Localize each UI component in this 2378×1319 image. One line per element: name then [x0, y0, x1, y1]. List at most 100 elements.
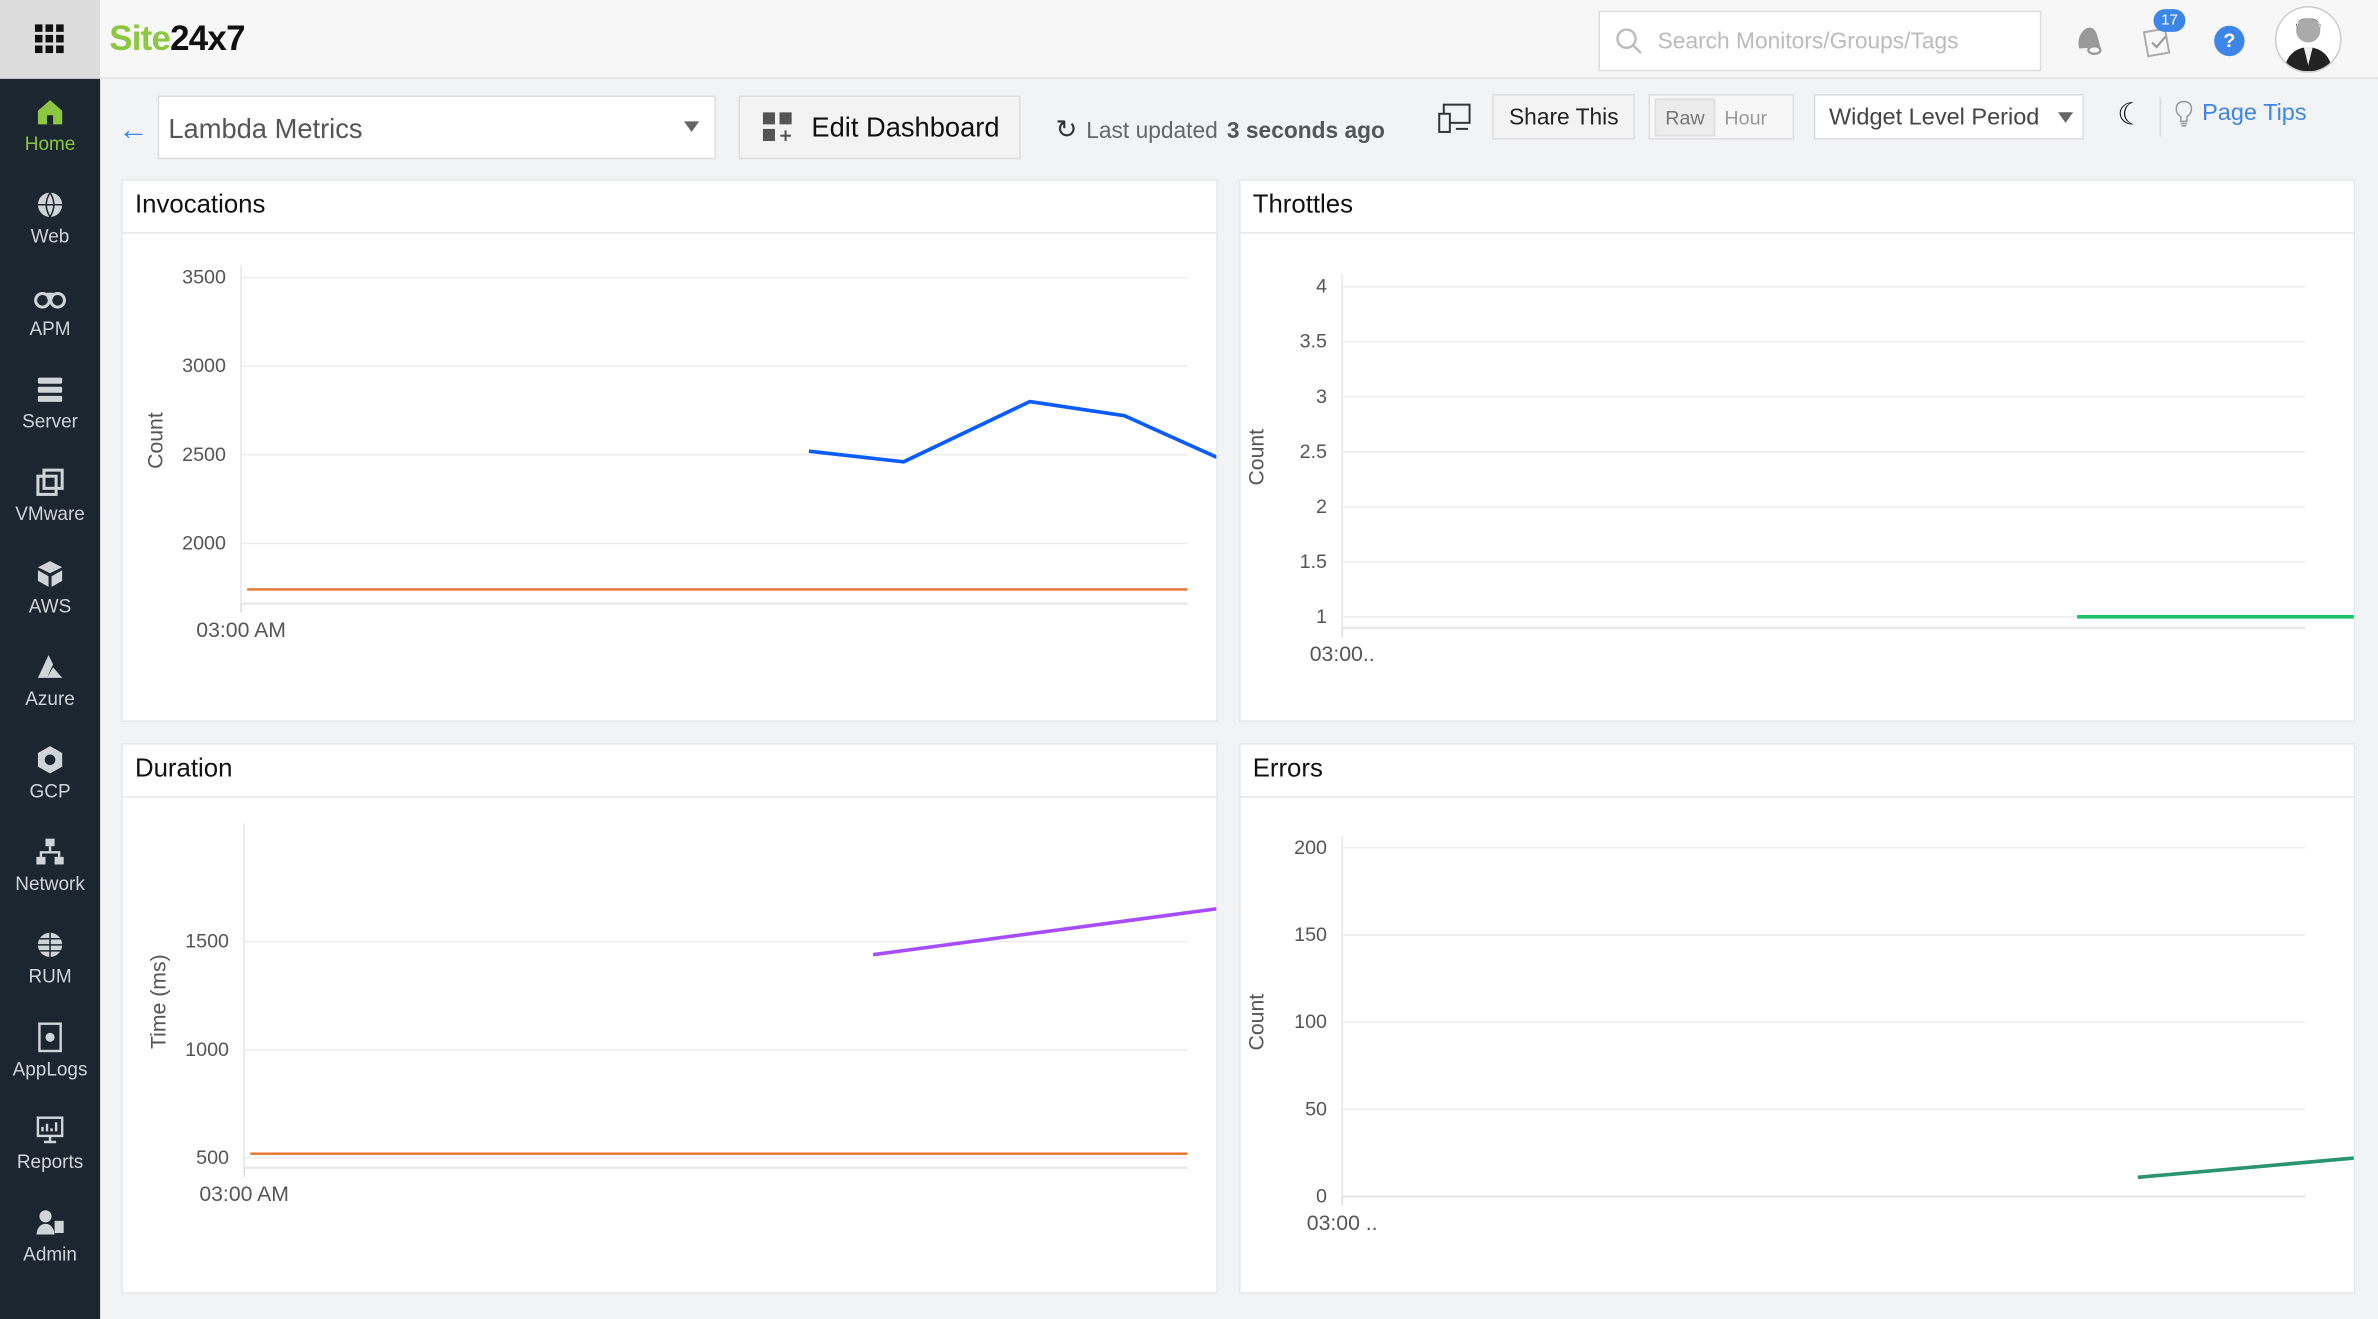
user-avatar[interactable] — [2274, 6, 2342, 73]
chevron-down-icon — [683, 121, 700, 132]
sidebar-item-label: Azure — [25, 688, 75, 710]
top-bar: Site24x7 17 ? — [100, 0, 2378, 79]
sidebar-item-label: GCP — [29, 781, 71, 803]
duration-chart: 5001000150003:00 AM07:00 AM11:00 AM03:00… — [147, 823, 1217, 1206]
series-line[interactable] — [872, 851, 1217, 961]
hour-option[interactable]: Hour — [1715, 99, 1776, 134]
sidebar-item-label: Server — [22, 410, 78, 433]
search-icon — [1616, 28, 1642, 54]
y-tick-label: 50 — [1305, 1098, 1327, 1120]
series-line[interactable] — [2137, 851, 2354, 1191]
applogs-icon — [38, 1022, 62, 1053]
series-line[interactable] — [808, 286, 1217, 525]
sidebar-item-web[interactable]: Web — [0, 171, 100, 264]
search-box[interactable] — [1598, 10, 2042, 72]
sidebar-item-network[interactable]: Network — [0, 819, 100, 912]
x-tick-label: 03:00 AM — [196, 619, 286, 642]
y-tick-label: 500 — [196, 1147, 229, 1169]
sidebar-item-label: Web — [30, 225, 70, 248]
throttles-chart: 11.522.533.5403:00..07:00 AM11:00 AM03:0… — [1245, 274, 2354, 666]
sidebar-item-azure[interactable]: Azure — [0, 634, 100, 727]
device-view-icon[interactable] — [1438, 103, 1471, 133]
y-tick-label: 1500 — [185, 931, 229, 953]
search-input[interactable] — [1654, 26, 2025, 56]
y-tick-label: 3000 — [182, 355, 226, 377]
y-tick-label: 100 — [1294, 1011, 1327, 1033]
y-tick-label: 1 — [1316, 606, 1327, 628]
dashboard-select[interactable]: Lambda Metrics — [157, 95, 716, 160]
apps-grid-button[interactable] — [0, 0, 101, 79]
sidebar-item-label: RUM — [28, 966, 72, 988]
y-axis-title: Count — [1245, 994, 1268, 1051]
apps-grid-icon — [34, 24, 64, 54]
y-tick-label: 1000 — [185, 1039, 229, 1061]
sidebar-item-apm[interactable]: APM — [0, 264, 100, 357]
chevron-down-icon — [2057, 112, 2074, 123]
site24x7-logo[interactable]: Site24x7 — [109, 18, 245, 59]
y-tick-label: 2.5 — [1300, 441, 1327, 463]
sidebar-item-label: AWS — [28, 596, 72, 618]
y-tick-label: 4 — [1316, 276, 1327, 298]
binoculars-icon — [34, 291, 66, 309]
y-tick-label: 2500 — [182, 444, 226, 466]
lightbulb-icon — [2175, 100, 2193, 127]
sidebar-item-rum[interactable]: RUM — [0, 911, 100, 1004]
errors-chart: 05010015020003:00 ..07:00 AM11:00 AM03:0… — [1245, 835, 2354, 1235]
share-this-button[interactable]: Share This — [1492, 94, 1636, 140]
admin-icon — [36, 1210, 64, 1235]
server-icon — [37, 377, 63, 402]
sidebar-item-applogs[interactable]: AppLogs — [0, 1004, 100, 1097]
azure-icon — [37, 655, 63, 678]
widget-title: Invocations — [122, 180, 1217, 234]
invocations-widget: Invocations 200025003000350003:00 AM07:0… — [121, 178, 1218, 722]
refresh-icon[interactable]: ↻ — [1056, 115, 1078, 145]
sidebar-item-gcp[interactable]: GCP — [0, 726, 100, 819]
sidebar-item-label: Admin — [23, 1243, 77, 1265]
y-axis-title: Count — [1245, 429, 1268, 486]
reports-icon — [36, 1116, 64, 1144]
x-tick-label: 03:00.. — [1310, 643, 1375, 666]
sidebar-item-label: VMware — [15, 503, 85, 525]
y-axis-title: Count — [144, 412, 167, 469]
gcp-icon — [37, 746, 63, 774]
divider — [2159, 97, 2162, 137]
sidebar-item-aws[interactable]: AWS — [0, 541, 100, 634]
home-icon — [37, 100, 63, 125]
duration-widget: Duration 5001000150003:00 AM07:00 AM11:0… — [121, 743, 1218, 1294]
raw-hour-toggle: Raw Hour — [1648, 94, 1795, 140]
period-select[interactable]: Widget Level Period — [1813, 94, 2084, 140]
globe-icon — [37, 192, 63, 218]
y-tick-label: 150 — [1294, 924, 1327, 946]
sidebar-item-vmware[interactable]: VMware — [0, 449, 100, 542]
y-axis-title: Time (ms) — [147, 954, 170, 1049]
widget-title: Errors — [1240, 745, 2354, 798]
sidebar-item-label: Network — [15, 873, 85, 895]
help-icon[interactable]: ? — [2214, 25, 2245, 57]
back-arrow-icon[interactable]: ← — [118, 114, 148, 149]
throttles-widget: Throttles 11.522.533.5403:00..07:00 AM11… — [1239, 178, 2356, 722]
y-tick-label: 0 — [1316, 1186, 1327, 1208]
y-tick-label: 2000 — [182, 532, 226, 554]
page-tips-link[interactable]: Page Tips — [2175, 100, 2307, 127]
bell-icon[interactable] — [2072, 21, 2105, 57]
network-icon — [36, 838, 64, 865]
last-updated: ↻ Last updated 3 seconds ago — [1055, 115, 1385, 145]
dashboard-toolbar: ← Lambda Metrics Edit Dashboard ↻ Last u… — [100, 79, 2378, 173]
dashboard-add-icon — [762, 112, 792, 142]
sidebar-item-server[interactable]: Server — [0, 356, 100, 449]
rum-globe-icon — [37, 932, 63, 957]
x-tick-label: 03:00 AM — [199, 1183, 289, 1206]
invocations-chart: 200025003000350003:00 AM07:00 AM11:00 AM… — [144, 265, 1217, 642]
sidebar-item-reports[interactable]: Reports — [0, 1096, 100, 1189]
sidebar-item-admin[interactable]: Admin — [0, 1189, 100, 1282]
widget-title: Throttles — [1240, 180, 2354, 234]
raw-option[interactable]: Raw — [1654, 97, 1716, 136]
vmware-icon — [36, 468, 64, 496]
y-tick-label: 2 — [1316, 496, 1327, 518]
edit-dashboard-button[interactable]: Edit Dashboard — [738, 95, 1021, 160]
sidebar-item-label: Reports — [16, 1151, 84, 1173]
y-tick-label: 3.5 — [1300, 331, 1327, 353]
sidebar-nav: Home Web APM Server VMware AWS Azure GCP Network… — [0, 78, 101, 1319]
sidebar-item-home[interactable]: Home — [0, 79, 100, 172]
dark-mode-moon-icon[interactable]: ☾ — [2117, 96, 2144, 134]
